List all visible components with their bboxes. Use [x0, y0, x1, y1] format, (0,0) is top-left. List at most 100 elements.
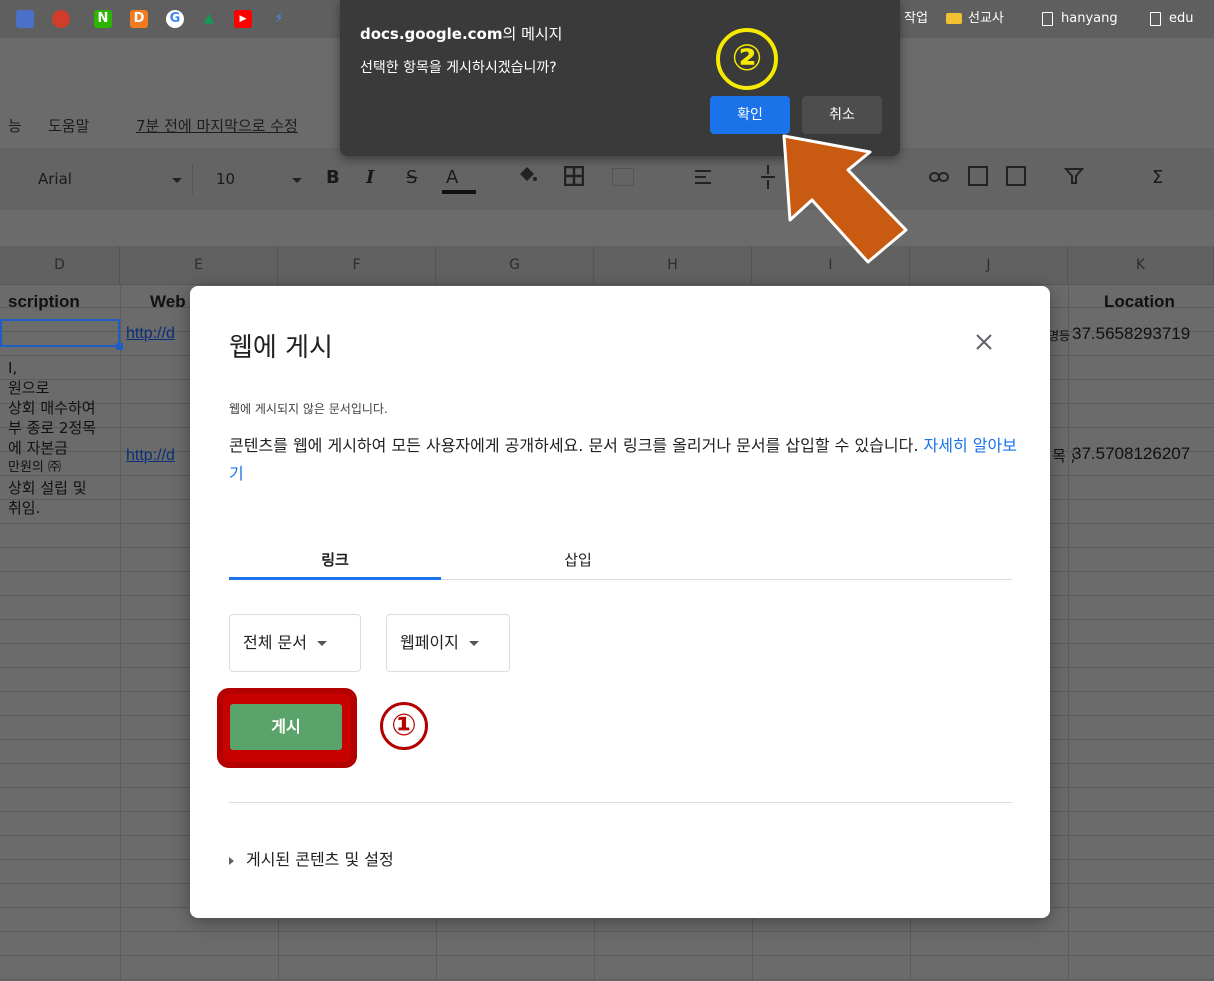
column-header[interactable]: F [278, 246, 436, 284]
desc-line: 원으로 [8, 379, 50, 397]
confirm-domain: docs.google.com [360, 25, 503, 43]
desc-line: 취임. [8, 499, 41, 517]
row2-location-cell[interactable]: 37.5708126207 [1072, 444, 1190, 464]
row1-j-fragment: 명등 [1048, 329, 1071, 343]
bookmark-work[interactable]: 작업 [904, 9, 928, 29]
confirm-title: docs.google.com의 메시지 [360, 24, 562, 44]
step-1-annotation: ① [380, 702, 428, 750]
scope-dropdown[interactable]: 전체 문서 [229, 614, 361, 672]
borders-icon[interactable] [563, 165, 585, 187]
page-icon [1042, 11, 1053, 26]
publish-to-web-dialog: 웹에 게시 웹에 게시되지 않은 문서입니다. 콘텐츠를 웹에 게시하여 모든 … [190, 286, 1050, 918]
chevron-down-icon [316, 641, 327, 646]
d-icon[interactable]: D [130, 10, 148, 28]
fill-color-icon[interactable] [516, 164, 538, 186]
last-edit-link[interactable]: 7분 전에 마지막으로 수정 [136, 116, 298, 136]
toolbar: Arial 10 B I S A Σ [0, 148, 1214, 211]
desc-line: 부 종로 2정목 [8, 419, 97, 437]
bookmark-label: edu [1169, 11, 1194, 26]
folder-icon [946, 13, 962, 24]
grid-line [120, 284, 121, 981]
column-header[interactable]: J [910, 246, 1068, 284]
italic-button[interactable]: I [366, 166, 374, 190]
column-header[interactable]: E [120, 246, 278, 284]
text-color-button[interactable]: A [442, 166, 476, 194]
bookmark-icon-1[interactable] [16, 10, 34, 28]
text-color-label: A [446, 167, 459, 188]
functions-button[interactable]: Σ [1152, 166, 1163, 190]
tab-link[interactable]: 링크 [229, 548, 441, 572]
desc-line: 에 자본금 [8, 439, 68, 457]
row2-description-cell[interactable]: I, 원으로 상회 매수하여 부 종로 2정목 에 자본금 만원의 ㈜ 상회 설… [8, 358, 96, 518]
bookmark-folder-missionary[interactable]: 선교사 [946, 9, 1004, 29]
row1-location-cell[interactable]: 37.5658293719 [1072, 324, 1190, 344]
step-2-annotation: ② [716, 28, 778, 90]
ok-button[interactable]: 확인 [710, 96, 790, 134]
google-icon[interactable]: G [166, 10, 184, 28]
cancel-button[interactable]: 취소 [802, 96, 882, 134]
close-icon[interactable] [972, 330, 996, 354]
publish-description: 콘텐츠를 웹에 게시하여 모든 사용자에게 공개하세요. 문서 링크를 올리거나… [229, 432, 1019, 488]
desc-line: 상회 매수하여 [8, 399, 96, 417]
tab-embed[interactable]: 삽입 [472, 548, 684, 572]
youtube-icon[interactable]: ▶ [234, 10, 252, 28]
selected-cell[interactable] [0, 319, 120, 347]
publish-button[interactable]: 게시 [230, 704, 342, 750]
column-header[interactable]: H [594, 246, 752, 284]
desc-line: 만원의 ㈜ [8, 460, 62, 475]
description-text: 콘텐츠를 웹에 게시하여 모든 사용자에게 공개하세요. 문서 링크를 올리거나… [229, 436, 919, 455]
menu-item-help[interactable]: 도움말 [48, 116, 89, 136]
row1-link-cell[interactable]: http://d [126, 324, 175, 344]
row2-link-cell[interactable]: http://d [126, 446, 175, 466]
bookmark-edu[interactable]: edu [1150, 9, 1194, 29]
format-dropdown[interactable]: 웹페이지 [386, 614, 510, 672]
toolbar-divider [192, 164, 193, 194]
comment-icon[interactable] [968, 166, 988, 186]
header-location-cell[interactable]: Location [1104, 290, 1175, 314]
active-tab-indicator [229, 577, 441, 580]
column-header[interactable]: K [1068, 246, 1214, 284]
published-settings-label: 게시된 콘텐츠 및 설정 [246, 850, 394, 869]
fill-handle[interactable] [116, 343, 123, 350]
merge-cells-icon[interactable] [612, 168, 634, 186]
strikethrough-button[interactable]: S [406, 166, 417, 190]
bookmark-label: 선교사 [968, 11, 1004, 26]
text-color-swatch [442, 190, 476, 194]
grid-line [1068, 284, 1069, 981]
scope-dropdown-value: 전체 문서 [243, 633, 307, 652]
column-header[interactable]: G [436, 246, 594, 284]
link-icon[interactable] [928, 166, 950, 188]
menu-item-partial[interactable]: 능 [8, 116, 22, 136]
triangle-right-icon [229, 856, 234, 865]
confirm-title-suffix: 의 메시지 [502, 25, 563, 43]
header-description-cell[interactable]: scription [8, 290, 80, 314]
bolt-icon[interactable]: ⚡ [270, 10, 288, 28]
page-icon [1150, 11, 1161, 26]
align-icon[interactable] [694, 168, 712, 186]
column-header[interactable]: D [0, 246, 120, 284]
bookmark-label: hanyang [1061, 11, 1118, 26]
column-header-row: D E F G H I J K [0, 246, 1214, 285]
bold-button[interactable]: B [326, 166, 340, 190]
bookmark-icon-2[interactable] [52, 10, 70, 28]
font-size-select[interactable]: 10 [216, 168, 235, 190]
dialog-divider [229, 802, 1012, 803]
chart-icon[interactable] [1006, 166, 1026, 186]
bookmark-hanyang[interactable]: hanyang [1042, 9, 1118, 29]
drive-icon[interactable]: ▲ [200, 10, 218, 28]
desc-line: I, [8, 359, 18, 377]
publish-status-note: 웹에 게시되지 않은 문서입니다. [229, 402, 388, 416]
font-family-select[interactable]: Arial [38, 168, 72, 190]
formula-bar[interactable] [0, 210, 1214, 247]
header-web-cell[interactable]: Web [150, 290, 186, 314]
filter-icon[interactable] [1063, 166, 1085, 186]
chevron-down-icon [172, 178, 182, 183]
arrow-icon [770, 130, 930, 270]
dialog-title: 웹에 게시 [229, 333, 333, 363]
desc-line: 상회 설립 및 [8, 479, 87, 497]
naver-icon[interactable]: N [94, 10, 112, 28]
published-settings-toggle[interactable]: 게시된 콘텐츠 및 설정 [229, 848, 394, 872]
chevron-down-icon [292, 178, 302, 183]
confirm-message: 선택한 항목을 게시하시겠습니까? [360, 60, 557, 76]
format-dropdown-value: 웹페이지 [400, 633, 459, 652]
